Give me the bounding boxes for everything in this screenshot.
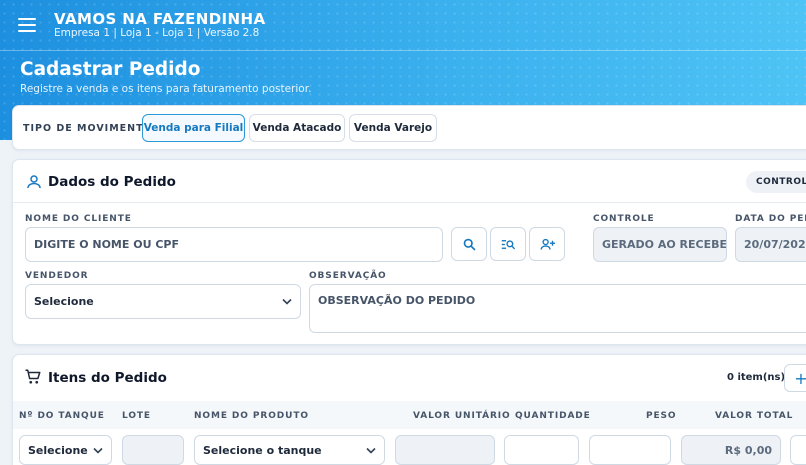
page-subtitle: Registre a venda e os itens para faturam… [20, 83, 312, 95]
movement-option-varejo[interactable]: Venda Varejo [349, 114, 437, 142]
app-title: VAMOS NA FAZENDINHA [54, 10, 266, 28]
advanced-search-button[interactable] [490, 227, 526, 261]
order-details-title: Dados do Pedido [48, 174, 176, 190]
col-product: NOME DO PRODUTO [194, 411, 309, 421]
control-field: GERADO AO RECEBER [593, 227, 727, 262]
control-label: CONTROLE [593, 214, 655, 224]
section-divider [13, 202, 806, 203]
add-item-button[interactable]: + [784, 364, 806, 392]
order-items-card: Itens do Pedido 0 item(ns) + Nº DO TANQU… [12, 354, 806, 465]
app-subtitle: Empresa 1 | Loja 1 - Loja 1 | Versão 2.8 [54, 27, 260, 39]
add-customer-button[interactable] [529, 227, 565, 261]
product-select[interactable]: Selecione o tanque [194, 435, 385, 465]
customer-name-input[interactable]: DIGITE O NOME OU CPF [25, 227, 443, 262]
col-weight: PESO [646, 411, 677, 421]
header-divider [0, 50, 806, 51]
movement-type-card: TIPO DE MOVIMENTO Venda para Filial Vend… [12, 105, 806, 150]
weight-input[interactable] [589, 435, 671, 465]
tank-select-value: Selecione [28, 443, 88, 457]
tank-select[interactable]: Selecione [19, 435, 112, 465]
item-count: 0 item(ns) [727, 372, 786, 383]
chevron-down-icon [93, 447, 103, 454]
list-search-icon [501, 239, 515, 249]
col-batch: LOTE [122, 411, 151, 421]
person-add-icon [540, 238, 555, 250]
seller-select[interactable]: Selecione [25, 284, 301, 319]
menu-icon[interactable] [18, 14, 40, 36]
order-items-title: Itens do Pedido [48, 370, 167, 386]
movement-type-label: TIPO DE MOVIMENTO [23, 123, 153, 134]
cart-icon [25, 369, 41, 384]
col-quantity: QUANTIDADE [515, 411, 591, 421]
control-badge: CONTROLE [746, 171, 806, 193]
quantity-input[interactable] [504, 435, 579, 465]
person-icon [27, 175, 41, 189]
observation-textarea[interactable]: OBSERVAÇÃO DO PEDIDO [309, 284, 806, 333]
order-details-card: Dados do Pedido CONTROLE NOME DO CLIENTE… [12, 159, 806, 345]
search-icon [463, 238, 475, 250]
col-total: VALOR TOTAL [715, 411, 794, 421]
observation-label: OBSERVAÇÃO [309, 271, 387, 281]
chevron-down-icon [366, 447, 376, 454]
product-select-value: Selecione o tanque [203, 443, 322, 457]
seller-label: VENDEDOR [25, 271, 89, 281]
order-date-label: DATA DO PEDIDO [735, 214, 806, 224]
chevron-down-icon [282, 298, 292, 305]
total-field: R$ 0,00 [681, 435, 781, 465]
customer-name-label: NOME DO CLIENTE [25, 214, 132, 224]
batch-field [122, 435, 184, 465]
row-action-cell[interactable] [790, 435, 806, 465]
page-title: Cadastrar Pedido [20, 59, 201, 80]
search-customer-button[interactable] [451, 227, 487, 261]
movement-option-atacado[interactable]: Venda Atacado [249, 114, 345, 142]
unit-price-field [395, 435, 495, 465]
col-unit-price: VALOR UNITÁRIO [413, 411, 511, 421]
movement-option-filial[interactable]: Venda para Filial [142, 114, 245, 142]
seller-select-value: Selecione [34, 295, 94, 308]
col-tank: Nº DO TANQUE [19, 411, 105, 421]
order-date-field[interactable]: 20/07/2026, [735, 227, 806, 262]
